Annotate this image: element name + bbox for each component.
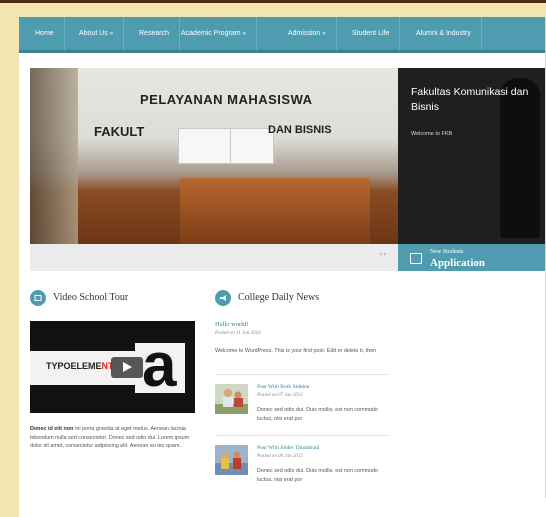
post-title-slider-thumbnail[interactable]: Post With Slider Thumbnail — [257, 445, 320, 451]
slide-photo: PELAYANAN MAHASISWA FAKULT DAN BISNIS — [30, 68, 398, 244]
new-students-application-tab[interactable]: New Students Application — [398, 244, 546, 271]
post-excerpt: Donec sed odio dui. Duis mollis, est non… — [257, 468, 379, 483]
nav-label: Research — [139, 30, 169, 37]
nav-item-alumni-industry[interactable]: Alumni & Industry — [406, 17, 482, 50]
post-title-hello-world[interactable]: Hello world! — [215, 321, 248, 328]
description-bold: Donec id elit non — [30, 426, 74, 432]
post-date: Posted on 07 Jan 2012 — [257, 393, 303, 398]
nav-item-admission[interactable]: Admission» — [278, 17, 337, 50]
post-thumbnail[interactable] — [215, 384, 248, 414]
tab-line1: New Students — [430, 249, 464, 255]
nav-label: About Us — [79, 30, 108, 37]
nav-arrow-icon: » — [109, 31, 114, 37]
nav-label: Home — [35, 30, 54, 37]
post-excerpt: Welcome to WordPress. This is your first… — [215, 348, 377, 354]
video-brand-part: TYPOELEME — [46, 361, 102, 371]
post-divider — [215, 435, 389, 436]
video-player[interactable]: TYPOELEMENT a — [30, 321, 195, 413]
post-date: Posted on 11 Jan 2016 — [215, 331, 261, 336]
post-thumbnail[interactable] — [215, 445, 248, 475]
video-icon — [30, 290, 46, 306]
nav-item-about-us[interactable]: About Us» — [69, 17, 125, 50]
nav-label: Student Life — [352, 30, 390, 37]
hero-slider[interactable]: PELAYANAN MAHASISWA FAKULT DAN BISNIS Fa… — [30, 68, 546, 271]
post-excerpt: Donec sed odio dui. Duis mollis, est non… — [257, 407, 379, 422]
video-description: Donec id elit non mi porta gravida at eg… — [30, 425, 202, 451]
nav-arrow-icon: » — [322, 31, 326, 37]
megaphone-icon — [215, 290, 231, 306]
post-title-both-sidebar[interactable]: Post With Both Sidebar — [257, 384, 310, 390]
main-nav: Home About Us» Research Academic Program… — [19, 17, 546, 53]
nav-arrow-icon: » — [242, 31, 246, 37]
slider-control-bar: ‹ › — [30, 244, 398, 271]
video-letter: a — [142, 331, 177, 400]
page-container: Home About Us» Research Academic Program… — [19, 17, 546, 517]
top-border — [0, 0, 546, 3]
post-date: Posted on 06 Jan 2012 — [257, 454, 303, 459]
slide-caption-panel: Fakultas Komunikasi dan Bisnis Welcome t… — [398, 68, 546, 244]
nav-label: Admission — [288, 30, 321, 37]
nav-item-home[interactable]: Home — [25, 17, 65, 50]
news-section-heading: College Daily News — [238, 292, 320, 303]
slide-title: Fakultas Komunikasi dan Bisnis — [411, 86, 529, 113]
slider-arrows-icon[interactable]: ‹ › — [380, 252, 386, 258]
play-button-icon[interactable] — [111, 357, 143, 378]
tab-line2: Application — [430, 257, 486, 269]
nav-item-student-life[interactable]: Student Life — [342, 17, 401, 50]
nav-label: Academic Program — [181, 30, 241, 37]
video-section-heading: Video School Tour — [53, 292, 129, 303]
photo-desk — [180, 178, 370, 244]
photo-sign-right: DAN BISNIS — [268, 124, 332, 136]
slide-subtitle: Welcome to FKB — [411, 131, 453, 137]
video-brand: TYPOELEMENT — [46, 361, 114, 371]
photo-sign-left: FAKULT — [94, 124, 145, 139]
photo-shadow — [30, 68, 78, 244]
photo-paper — [178, 128, 234, 164]
nav-item-academic-program[interactable]: Academic Program» — [171, 17, 257, 50]
photo-sign-top: PELAYANAN MAHASISWA — [140, 92, 313, 107]
nav-label: Alumni & Industry — [416, 30, 471, 37]
post-divider — [215, 374, 389, 375]
calendar-icon — [410, 253, 422, 264]
